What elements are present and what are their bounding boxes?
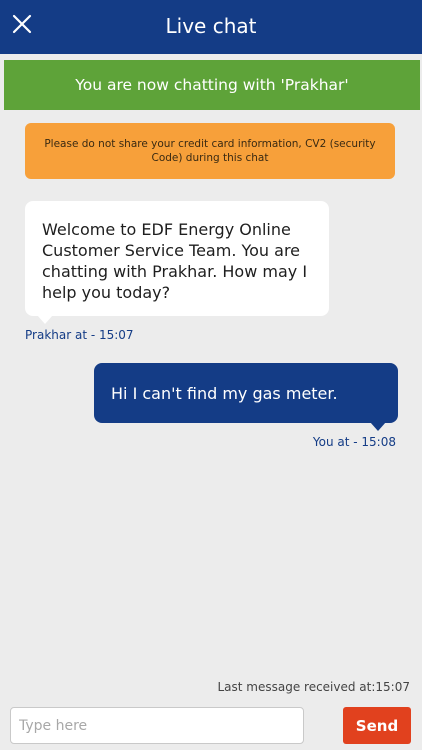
message-input[interactable]	[10, 707, 304, 744]
user-message-bubble: Hi I can't find my gas meter.	[94, 363, 398, 423]
agent-bubble-tail	[37, 315, 53, 324]
message-composer: Send	[0, 700, 422, 750]
last-message-received: Last message received at:15:07	[217, 680, 410, 694]
app-header: Live chat	[0, 0, 422, 54]
chat-status-banner: You are now chatting with 'Prakhar'	[4, 60, 420, 110]
agent-message-bubble: Welcome to EDF Energy Online Customer Se…	[25, 201, 329, 316]
send-button[interactable]: Send	[343, 707, 411, 744]
user-bubble-tail	[370, 422, 386, 431]
user-message-timestamp: You at - 15:08	[312, 435, 396, 449]
page-title: Live chat	[165, 14, 257, 38]
agent-message-timestamp: Prakhar at - 15:07	[25, 328, 134, 342]
security-warning-banner: Please do not share your credit card inf…	[25, 123, 395, 179]
